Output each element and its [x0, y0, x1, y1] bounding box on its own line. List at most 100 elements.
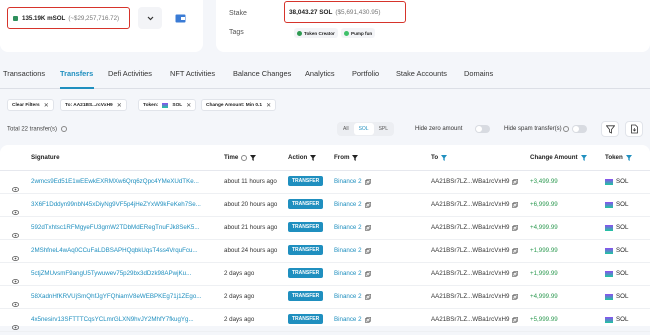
clear-filters-chip[interactable]: Clear Filters ✕: [7, 99, 54, 111]
hide-spam-toggle[interactable]: [572, 125, 587, 133]
copy-icon[interactable]: [364, 201, 371, 208]
table-row: 58XadnHfKRVUjSmQhfJgYFQhiamV8eWEBPKEg71j…: [0, 286, 650, 309]
seg-sol[interactable]: SOL: [353, 123, 374, 135]
to-address[interactable]: AA21BSr7LZ...WBa1rcVxH9: [431, 293, 509, 300]
account-balance-card: 135.19K mSOL (~$29,257,716.72): [0, 0, 203, 52]
from-link[interactable]: Binance 2: [334, 316, 362, 323]
table-row: 3X6F1Dddyn99nbN45xDiyNg9VF5p4jHeZYxW9kFe…: [0, 194, 650, 217]
copy-icon[interactable]: [364, 270, 371, 277]
filter-icon: [625, 154, 632, 161]
tag-label: Token Creator: [304, 30, 335, 36]
signature-link[interactable]: 592dTxhtsc1RFMgyeFU3gmW2TDbMdERegTnuFJk8…: [31, 224, 209, 231]
stake-amount: 38,043.27 SOL: [289, 8, 333, 16]
from-link[interactable]: Binance 2: [334, 270, 362, 277]
time-cell: about 11 hours ago: [224, 178, 277, 185]
time-cell: 2 days ago: [224, 316, 255, 323]
tab-defi-activities[interactable]: Defi Activities: [108, 69, 152, 78]
token-filter-chip[interactable]: Token: SOL ✕: [138, 99, 197, 111]
copy-icon[interactable]: [512, 316, 519, 323]
tag-token-creator[interactable]: Token Creator: [294, 28, 338, 38]
token-link[interactable]: SOL: [616, 270, 628, 277]
copy-icon[interactable]: [364, 316, 371, 323]
col-from[interactable]: From: [334, 154, 359, 161]
tab-domains[interactable]: Domains: [464, 69, 493, 78]
copy-icon[interactable]: [512, 247, 519, 254]
copy-icon[interactable]: [364, 178, 371, 185]
token-link[interactable]: SOL: [616, 316, 628, 323]
copy-icon[interactable]: [512, 270, 519, 277]
to-address[interactable]: AA21BSr7LZ...WBa1rcVxH9: [431, 224, 509, 231]
copy-icon[interactable]: [364, 293, 371, 300]
export-button[interactable]: [625, 121, 643, 137]
from-link[interactable]: Binance 2: [334, 293, 362, 300]
token-filter-value: SOL: [172, 102, 183, 108]
from-link[interactable]: Binance 2: [334, 247, 362, 254]
tab-transfers[interactable]: Transfers: [60, 69, 93, 78]
to-address[interactable]: AA21BSr7LZ...WBa1rcVxH9: [431, 201, 509, 208]
to-filter-chip[interactable]: To: AA21BS...rcVxH9 ✕: [60, 99, 127, 111]
copy-icon[interactable]: [512, 293, 519, 300]
tab-balance-changes[interactable]: Balance Changes: [233, 69, 291, 78]
copy-icon[interactable]: [364, 224, 371, 231]
hide-zero-toggle[interactable]: [475, 125, 490, 133]
action-badge: TRANSFER: [288, 176, 324, 186]
tab-nft-activities[interactable]: NFT Activities: [170, 69, 215, 78]
tag-pump-fun[interactable]: Pump fun: [341, 28, 376, 38]
tab-portfolio[interactable]: Portfolio: [352, 69, 379, 78]
copy-icon[interactable]: [512, 201, 519, 208]
tab-transactions[interactable]: Transactions: [3, 69, 45, 78]
token-link[interactable]: SOL: [616, 293, 628, 300]
stake-usd: ($5,691,430.95): [335, 8, 381, 16]
signature-link[interactable]: 3X6F1Dddyn99nbN45xDiyNg9VF5p4jHeZYxW9kFe…: [31, 201, 209, 208]
chevron-down-icon: [147, 16, 153, 20]
eye-icon[interactable]: [11, 317, 20, 335]
seg-all[interactable]: All: [338, 123, 354, 135]
close-icon[interactable]: ✕: [266, 102, 271, 109]
from-link[interactable]: Binance 2: [334, 224, 362, 231]
from-link[interactable]: Binance 2: [334, 178, 362, 185]
col-change-amount[interactable]: Change Amount: [530, 154, 587, 161]
filter-icon: [441, 154, 448, 161]
tab-analytics[interactable]: Analytics: [305, 69, 335, 78]
to-address[interactable]: AA21BSr7LZ...WBa1rcVxH9: [431, 178, 509, 185]
from-link[interactable]: Binance 2: [334, 201, 362, 208]
tab-stake-accounts[interactable]: Stake Accounts: [396, 69, 447, 78]
to-address[interactable]: AA21BSr7LZ...WBa1rcVxH9: [431, 270, 509, 277]
to-address[interactable]: AA21BSr7LZ...WBa1rcVxH9: [431, 247, 509, 254]
wallet-icon: [175, 14, 185, 22]
token-link[interactable]: SOL: [616, 247, 628, 254]
signature-link[interactable]: 4x5nesirv13SFTTTCqsYCLmrGLXN9hvJY2MhfY7f…: [31, 316, 209, 323]
table-header: Signature Time Action From To Change Amo…: [0, 145, 650, 171]
token-link[interactable]: SOL: [616, 224, 628, 231]
to-address[interactable]: AA21BSr7LZ...WBa1rcVxH9: [431, 316, 509, 323]
clear-filters-label: Clear Filters: [12, 102, 40, 108]
change-amount-cell: +6,999.99: [530, 201, 558, 208]
close-icon[interactable]: ✕: [117, 102, 122, 109]
sol-token-icon: [605, 201, 613, 208]
col-to[interactable]: To: [431, 154, 448, 161]
copy-icon[interactable]: [364, 247, 371, 254]
time-cell: about 24 hours ago: [224, 247, 278, 254]
copy-icon[interactable]: [512, 178, 519, 185]
filter-button[interactable]: [601, 121, 619, 137]
col-action[interactable]: Action: [288, 154, 317, 161]
col-token[interactable]: Token: [605, 154, 632, 161]
table-row: 592dTxhtsc1RFMgyeFU3gmW2TDbMdERegTnuFJk8…: [0, 217, 650, 240]
signature-link[interactable]: 5ctjZMUvsmF9angU5Tywuwev75p29bx3dDzk98AP…: [31, 270, 209, 277]
balance-selector[interactable]: 135.19K mSOL (~$29,257,716.72): [7, 7, 130, 29]
balance-dropdown-button[interactable]: [138, 7, 162, 29]
col-time[interactable]: Time: [224, 154, 257, 161]
close-icon[interactable]: ✕: [186, 102, 191, 109]
token-link[interactable]: SOL: [616, 201, 628, 208]
signature-link[interactable]: 2wmcs9Ed51E1wEEwkEXRMXw6Qrq6zQpc4YMeXUdT…: [31, 178, 209, 185]
token-link[interactable]: SOL: [616, 178, 628, 185]
signature-link[interactable]: 58XadnHfKRVUjSmQhfJgYFQhiamV8eWEBPKEg71j…: [31, 293, 209, 300]
copy-icon[interactable]: [512, 224, 519, 231]
signature-link[interactable]: 2MShfneL4wAq0CCuFaLDBSAPHQqbkUqsT4ss4Vrq…: [31, 247, 209, 254]
amount-filter-chip[interactable]: Change Amount: Min 0.1 ✕: [201, 99, 277, 111]
wallet-button[interactable]: [168, 7, 192, 29]
close-icon[interactable]: ✕: [44, 102, 49, 109]
seg-spl[interactable]: SPL: [374, 123, 393, 135]
action-badge: TRANSFER: [288, 268, 324, 278]
amount-filter-label: Change Amount: Min 0.1: [206, 102, 263, 108]
